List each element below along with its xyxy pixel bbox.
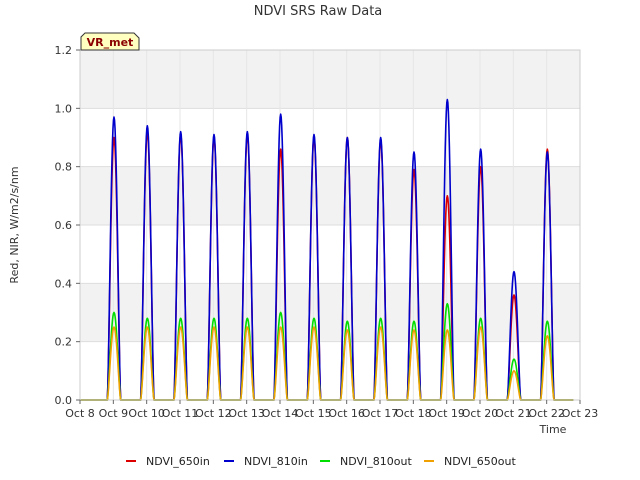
- y-tick-label: 1.2: [55, 44, 73, 57]
- grid-band: [80, 50, 580, 109]
- legend-label: NDVI_810out: [340, 455, 412, 468]
- chart: NDVI SRS Raw Data 0.00.20.40.60.81.01.2 …: [8, 4, 598, 468]
- chart-title: NDVI SRS Raw Data: [254, 4, 383, 19]
- x-tick-label: Oct 8: [65, 407, 95, 420]
- x-tick-label: Oct 10: [128, 407, 165, 420]
- x-tick-label: Oct 22: [528, 407, 565, 420]
- grid-band: [80, 341, 580, 400]
- y-tick-label: 0.2: [55, 336, 73, 349]
- y-tick-label: 0.8: [55, 161, 73, 174]
- grid-band: [80, 166, 580, 225]
- x-tick-label: Oct 19: [428, 407, 465, 420]
- x-tick-label: Oct 13: [228, 407, 265, 420]
- x-tick-label: Oct 14: [262, 407, 299, 420]
- legend-label: NDVI_810in: [244, 455, 308, 468]
- x-tick-label: Oct 12: [195, 407, 232, 420]
- x-tick-label: Oct 9: [99, 407, 129, 420]
- grid-band: [80, 108, 580, 167]
- x-tick-label: Oct 23: [562, 407, 599, 420]
- y-tick-label: 0.4: [55, 277, 73, 290]
- x-tick-label: Oct 15: [295, 407, 332, 420]
- x-tick-label: Oct 16: [328, 407, 365, 420]
- x-axis-ticks: Oct 8 Oct 9 Oct 10Oct 11Oct 12Oct 13Oct 14…: [65, 400, 598, 420]
- station-badge: VR_met: [80, 32, 140, 51]
- grid-band: [80, 225, 580, 284]
- y-axis-ticks: 0.0 0.2 0.4 0.6 0.8 1.0 1.2: [55, 44, 80, 407]
- x-tick-label: Oct 18: [395, 407, 432, 420]
- badge-label: VR_met: [87, 36, 134, 49]
- y-tick-label: 0.6: [55, 219, 73, 232]
- y-tick-label: 0.0: [55, 394, 73, 407]
- y-tick-label: 1.0: [55, 102, 73, 115]
- legend-label: NDVI_650out: [444, 455, 516, 468]
- grid-band: [80, 283, 580, 342]
- legend: NDVI_650in NDVI_810in NDVI_810out NDVI_650o…: [126, 455, 516, 468]
- x-tick-label: Oct 11: [162, 407, 199, 420]
- x-tick-label: Oct 17: [362, 407, 399, 420]
- y-axis-label: Red, NIR, W/m2/s/nm: [8, 166, 21, 283]
- x-tick-label: Oct 20: [462, 407, 499, 420]
- legend-label: NDVI_650in: [146, 455, 210, 468]
- x-axis-label: Time: [539, 423, 567, 436]
- x-tick-label: Oct 21: [495, 407, 532, 420]
